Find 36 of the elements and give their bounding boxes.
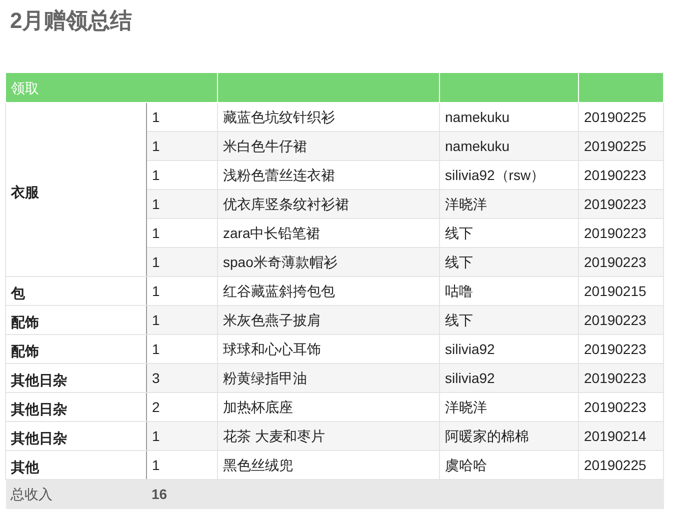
item-cell: 米灰色燕子披肩 <box>218 306 440 334</box>
category-cell: 配饰 <box>6 334 146 364</box>
item-cell: 优衣库竖条纹衬衫裙 <box>218 190 440 218</box>
total-value: 16 <box>146 480 218 508</box>
source-cell: 洋晓洋 <box>440 190 578 218</box>
date-cell: 20190223 <box>578 306 664 334</box>
category-cell: 其他日杂 <box>6 392 146 422</box>
category-cell: 配饰 <box>6 306 146 334</box>
item-cell: 米白色牛仔裙 <box>218 132 440 160</box>
item-cell: spao米奇薄款帽衫 <box>218 248 440 276</box>
item-cell: 花茶 大麦和枣片 <box>218 422 440 450</box>
category-cell: 其他日杂 <box>6 364 146 392</box>
category-cell: 其他 <box>6 450 146 480</box>
category-cell: 其他日杂 <box>6 422 146 450</box>
total-label: 总收入 <box>6 480 146 508</box>
quantity-cell: 1 <box>146 190 218 218</box>
quantity-cell: 1 <box>146 132 218 160</box>
date-cell: 20190223 <box>578 190 664 218</box>
item-cell: 粉黄绿指甲油 <box>218 364 440 392</box>
source-cell: 线下 <box>440 306 578 334</box>
source-cell: 线下 <box>440 248 578 276</box>
date-cell: 20190225 <box>578 132 664 160</box>
date-cell: 20190223 <box>578 248 664 276</box>
date-cell: 20190214 <box>578 422 664 450</box>
source-cell: silivia92 <box>440 364 578 392</box>
header-cell: 领取 <box>6 72 218 102</box>
quantity-cell: 1 <box>146 248 218 276</box>
quantity-cell: 1 <box>146 422 218 450</box>
source-cell: namekuku <box>440 132 578 160</box>
date-cell: 20190223 <box>578 364 664 392</box>
quantity-cell: 1 <box>146 306 218 334</box>
source-cell: 阿暖家的棉棉 <box>440 422 578 450</box>
page-title: 2月赠领总结 <box>10 7 134 35</box>
quantity-cell: 3 <box>146 364 218 392</box>
category-cell: 衣服 <box>6 102 146 276</box>
category-cell: 包 <box>6 276 146 306</box>
